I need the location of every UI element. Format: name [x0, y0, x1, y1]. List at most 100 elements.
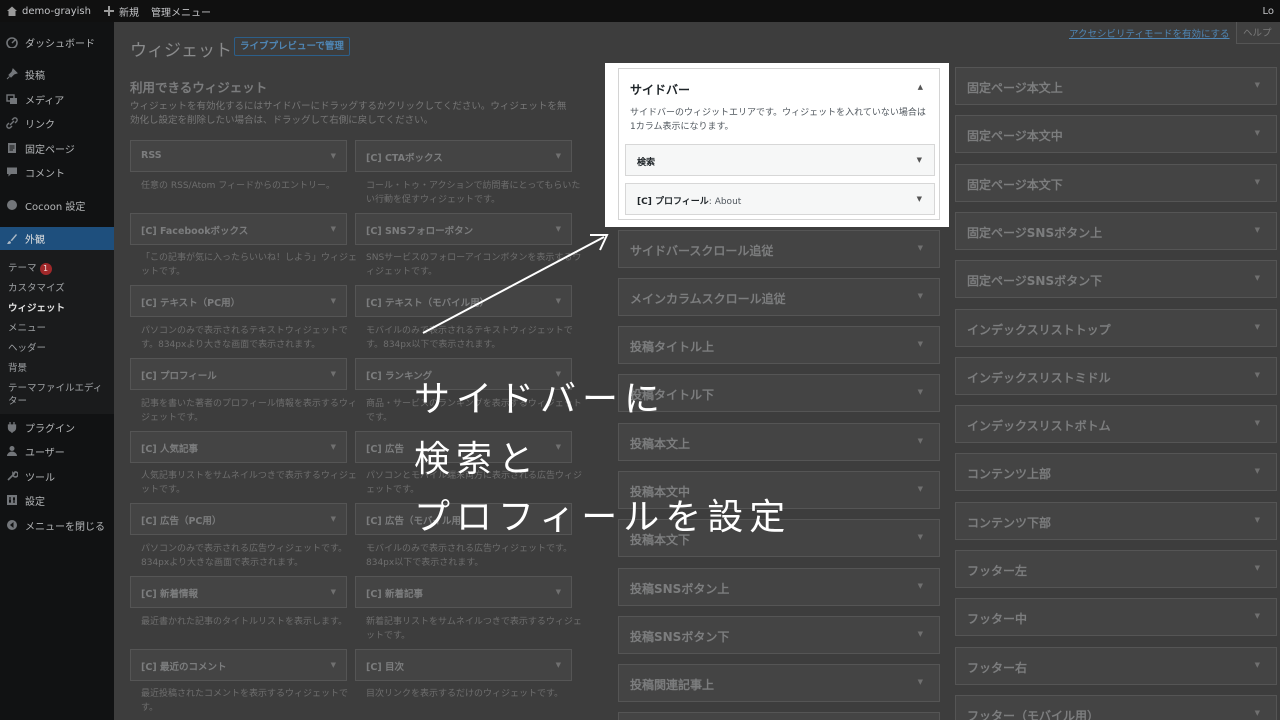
sidebar-item-pages[interactable]: 固定ページ — [0, 137, 114, 159]
new-content-link[interactable]: 新規 — [97, 0, 145, 22]
submenu-item-menus[interactable]: メニュー — [8, 320, 46, 334]
sidebar-item-media[interactable]: メディア — [0, 88, 114, 110]
triangle-down-icon: ▼ — [555, 152, 561, 160]
widget-area[interactable]: 投稿関連記事上 ▼ — [618, 664, 940, 702]
triangle-up-icon[interactable]: ▲ — [918, 83, 923, 91]
widget-title: [C] 最近のコメント — [141, 662, 227, 673]
widget-profile[interactable]: [C] プロフィール ▼ — [130, 358, 347, 390]
submenu-item-header[interactable]: ヘッダー — [8, 340, 46, 354]
account-link[interactable]: Lo — [1256, 0, 1280, 22]
widget-area-title: フッター（モバイル用） — [967, 709, 1100, 720]
widget-area[interactable]: 固定ページ本文中 ▼ — [955, 115, 1277, 153]
widget-area[interactable]: コンテンツ上部 ▼ — [955, 453, 1277, 491]
triangle-down-icon: ▼ — [330, 370, 336, 378]
widget-area[interactable]: メインカラムスクロール追従 ▼ — [618, 278, 940, 316]
widget-area[interactable]: 固定ページ本文下 ▼ — [955, 164, 1277, 202]
widget-new-info[interactable]: [C] 新着情報 ▼ — [130, 576, 347, 608]
sidebar-widget-search[interactable]: 検索 ▼ — [625, 144, 935, 176]
widget-toc[interactable]: [C] 目次 ▼ — [355, 649, 572, 681]
widget-description: コール・トゥ・アクションで訪問者にとってもらいたい行動を促すウィジェットです。 — [366, 181, 581, 205]
widget-area[interactable]: サイドバースクロール追従 ▼ — [618, 230, 940, 268]
submenu-item-themes[interactable]: テーマ 1 — [8, 260, 52, 275]
widget-title: RSS — [141, 150, 162, 161]
widget-area-title: インデックスリストトップ — [967, 323, 1111, 337]
submenu-item-background[interactable]: 背景 — [8, 360, 27, 374]
widget-sns-follow[interactable]: [C] SNSフォローボタン ▼ — [355, 213, 572, 245]
submenu-item-customize[interactable]: カスタマイズ — [8, 280, 65, 294]
sidebar-item-comments[interactable]: コメント — [0, 161, 114, 183]
help-tab-button[interactable]: ヘルプ — [1236, 22, 1280, 44]
widget-area-title: コンテンツ下部 — [967, 516, 1052, 530]
widget-area[interactable]: フッター左 ▼ — [955, 550, 1277, 588]
submenu-item-theme-editor[interactable]: テーマファイルエディ — [8, 380, 102, 394]
widget-area-title: 投稿本文上 — [630, 437, 691, 451]
widget-area[interactable]: フッター中 ▼ — [955, 598, 1277, 636]
sidebar-item-label: プラグイン — [25, 423, 75, 435]
triangle-down-icon: ▼ — [917, 582, 923, 590]
triangle-down-icon: ▼ — [1254, 419, 1260, 427]
collapse-menu-button[interactable]: メニューを閉じる — [0, 514, 114, 536]
widget-title: [C] Facebookボックス — [141, 226, 249, 237]
sidebar-item-posts[interactable]: 投稿 — [0, 63, 114, 85]
triangle-down-icon: ▼ — [330, 515, 336, 523]
widget-area[interactable]: フッター右 ▼ — [955, 647, 1277, 685]
widget-cta-box[interactable]: [C] CTAボックス ▼ — [355, 140, 572, 172]
widget-rss[interactable]: RSS ▼ — [130, 140, 347, 172]
sidebar-item-label: ユーザー — [25, 447, 65, 459]
widget-area[interactable]: 投稿本文上 ▼ — [618, 423, 940, 461]
widget-area[interactable]: 固定ページ本文上 ▼ — [955, 67, 1277, 105]
sidebar-area-title[interactable]: サイドバー — [630, 81, 690, 98]
widget-area[interactable] — [618, 712, 940, 720]
sidebar-item-cocoon[interactable]: Cocoon 設定 — [0, 194, 114, 216]
widget-area[interactable]: 固定ページSNSボタン上 ▼ — [955, 212, 1277, 250]
widget-area[interactable]: 固定ページSNSボタン下 ▼ — [955, 260, 1277, 298]
widget-area[interactable]: 投稿SNSボタン上 ▼ — [618, 568, 940, 606]
widget-text-pc[interactable]: [C] テキスト（PC用） ▼ — [130, 285, 347, 317]
triangle-down-icon: ▼ — [917, 244, 923, 252]
submenu-item-widgets[interactable]: ウィジェット — [8, 300, 65, 314]
new-label: 新規 — [118, 7, 139, 19]
site-name-link[interactable]: demo-grayish — [0, 0, 97, 22]
widget-ad-pc[interactable]: [C] 広告（PC用） ▼ — [130, 503, 347, 535]
plugin-icon — [6, 421, 18, 433]
widget-title-text: 検索 — [637, 158, 656, 168]
sidebar-item-plugins[interactable]: プラグイン — [0, 416, 114, 438]
sidebar-item-dashboard[interactable]: ダッシュボード — [0, 31, 114, 53]
widget-recent-comments[interactable]: [C] 最近のコメント ▼ — [130, 649, 347, 681]
sidebar-item-settings[interactable]: 設定 — [0, 489, 114, 511]
widget-area[interactable]: コンテンツ下部 ▼ — [955, 502, 1277, 540]
triangle-down-icon: ▼ — [916, 195, 922, 203]
help-label: ヘルプ — [1243, 28, 1272, 39]
widget-area[interactable]: 投稿タイトル下 ▼ — [618, 374, 940, 412]
widget-area-title: 固定ページSNSボタン下 — [967, 274, 1103, 288]
sidebar-widget-profile[interactable]: [C] プロフィール: About ▼ — [625, 183, 935, 215]
widget-popular-posts[interactable]: [C] 人気記事 ▼ — [130, 431, 347, 463]
page-title: ウィジェット — [130, 41, 232, 61]
admin-menu-link[interactable]: 管理メニュー — [145, 0, 217, 22]
triangle-down-icon: ▼ — [330, 225, 336, 233]
widget-area[interactable]: インデックスリストボトム ▼ — [955, 405, 1277, 443]
widget-area[interactable]: インデックスリストミドル ▼ — [955, 357, 1277, 395]
appearance-submenu: テーマ 1 カスタマイズ ウィジェット メニュー ヘッダー 背景 テーマファイルエ… — [0, 250, 114, 414]
widget-title: 検索 — [637, 155, 655, 168]
sidebar-item-appearance[interactable]: 外観 — [0, 227, 114, 250]
page-icon — [6, 142, 18, 154]
widget-area-title: フッター右 — [967, 661, 1028, 675]
triangle-down-icon: ▼ — [1254, 612, 1260, 620]
widget-area[interactable]: 投稿SNSボタン下 ▼ — [618, 616, 940, 654]
triangle-down-icon: ▼ — [917, 292, 923, 300]
accessibility-mode-link[interactable]: アクセシビリティモードを有効にする — [1069, 26, 1230, 40]
widget-area[interactable]: インデックスリストトップ ▼ — [955, 309, 1277, 347]
submenu-item-theme-editor-cont[interactable]: ター — [8, 393, 27, 407]
cocoon-icon — [6, 199, 18, 211]
widget-area[interactable]: 投稿タイトル上 ▼ — [618, 326, 940, 364]
sidebar-item-links[interactable]: リンク — [0, 112, 114, 134]
caption-line: サイドバーに — [414, 379, 667, 420]
sidebar-item-tools[interactable]: ツール — [0, 465, 114, 487]
widget-area[interactable]: フッター（モバイル用） ▼ — [955, 695, 1277, 720]
widget-new-posts[interactable]: [C] 新着記事 ▼ — [355, 576, 572, 608]
sidebar-item-users[interactable]: ユーザー — [0, 440, 114, 462]
widget-facebook-box[interactable]: [C] Facebookボックス ▼ — [130, 213, 347, 245]
widget-text-mobile[interactable]: [C] テキスト（モバイル用） ▼ — [355, 285, 572, 317]
live-preview-button[interactable]: ライブプレビューで管理 — [234, 37, 350, 56]
